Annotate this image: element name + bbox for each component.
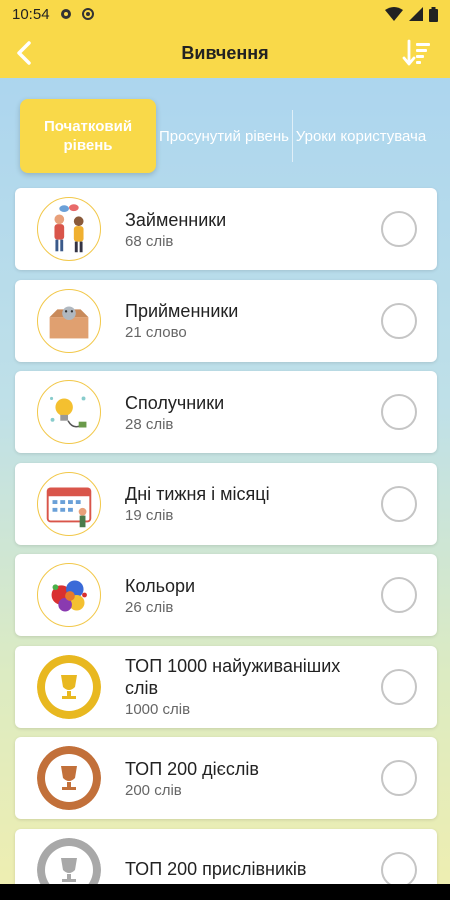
- select-checkbox[interactable]: [381, 851, 417, 888]
- lesson-name: Прийменники: [125, 301, 239, 321]
- lightbulb-icon: [37, 380, 101, 444]
- level-tabs: Початковий рівень Просунутий рівень Урок…: [20, 98, 430, 174]
- lesson-name: ТОП 200 прислівників: [125, 858, 307, 879]
- paint-splash-icon: [37, 563, 101, 627]
- list-item[interactable]: Дні тижня і місяці 19 слів: [15, 462, 437, 545]
- status-time: 10:54: [12, 5, 50, 23]
- app-bar: Вивчення: [0, 28, 450, 78]
- word-count: 68 слів: [125, 232, 174, 250]
- lesson-list: Займенники 68 слів Прийменники 21 слово: [15, 188, 437, 900]
- select-checkbox[interactable]: [381, 760, 417, 796]
- lesson-name: Займенники: [125, 209, 227, 230]
- word-count: 19 слів: [125, 507, 174, 524]
- lesson-name: Дні тижня і місяці: [125, 484, 270, 504]
- select-checkbox[interactable]: [381, 668, 417, 705]
- signal-icon: [409, 7, 423, 21]
- sort-icon[interactable]: [402, 38, 432, 68]
- word-count: 26 слів: [125, 598, 174, 616]
- page-title: Вивчення: [181, 42, 269, 63]
- battery-icon: [429, 6, 438, 22]
- gear-icon: [60, 9, 71, 19]
- word-count: 200 слів: [125, 781, 182, 799]
- system-nav-bar: [0, 884, 450, 900]
- select-checkbox[interactable]: [381, 577, 417, 613]
- people-talking-icon: [37, 197, 101, 261]
- word-count: 28 слів: [125, 415, 174, 433]
- word-count: 1000 слів: [125, 701, 191, 718]
- select-checkbox[interactable]: [381, 394, 417, 430]
- calendar-icon: [37, 471, 101, 536]
- status-bar: 10:54: [0, 0, 450, 28]
- select-checkbox[interactable]: [381, 485, 417, 522]
- word-count: 21 слово: [125, 324, 187, 341]
- select-checkbox[interactable]: [381, 302, 417, 339]
- box-icon: [37, 288, 101, 353]
- list-item[interactable]: Займенники 68 слів: [15, 188, 437, 270]
- tab-advanced[interactable]: Просунутий рівень: [156, 99, 292, 173]
- bronze-trophy-icon: [37, 746, 101, 810]
- back-arrow-icon[interactable]: [10, 38, 40, 68]
- list-item[interactable]: ТОП 1000 найуживаніших слів 1000 слів: [15, 645, 437, 728]
- lesson-name: ТОП 200 дієслів: [125, 758, 259, 779]
- list-item[interactable]: ТОП 200 дієслів 200 слів: [15, 737, 437, 819]
- list-item[interactable]: Сполучники 28 слів: [15, 371, 437, 453]
- gold-trophy-icon: [37, 654, 101, 719]
- tab-user-lessons[interactable]: Уроки користувача: [293, 99, 429, 173]
- settings-icon: [81, 8, 94, 20]
- lesson-name: ТОП 1000 найуживаніших слів: [125, 656, 341, 698]
- lesson-name: Сполучники: [125, 392, 225, 413]
- wifi-icon: [385, 7, 403, 21]
- lesson-name: Кольори: [125, 575, 196, 596]
- list-item[interactable]: Прийменники 21 слово: [15, 279, 437, 362]
- tab-beginner[interactable]: Початковий рівень: [20, 99, 156, 173]
- select-checkbox[interactable]: [381, 211, 417, 247]
- list-item[interactable]: Кольори 26 слів: [15, 554, 437, 636]
